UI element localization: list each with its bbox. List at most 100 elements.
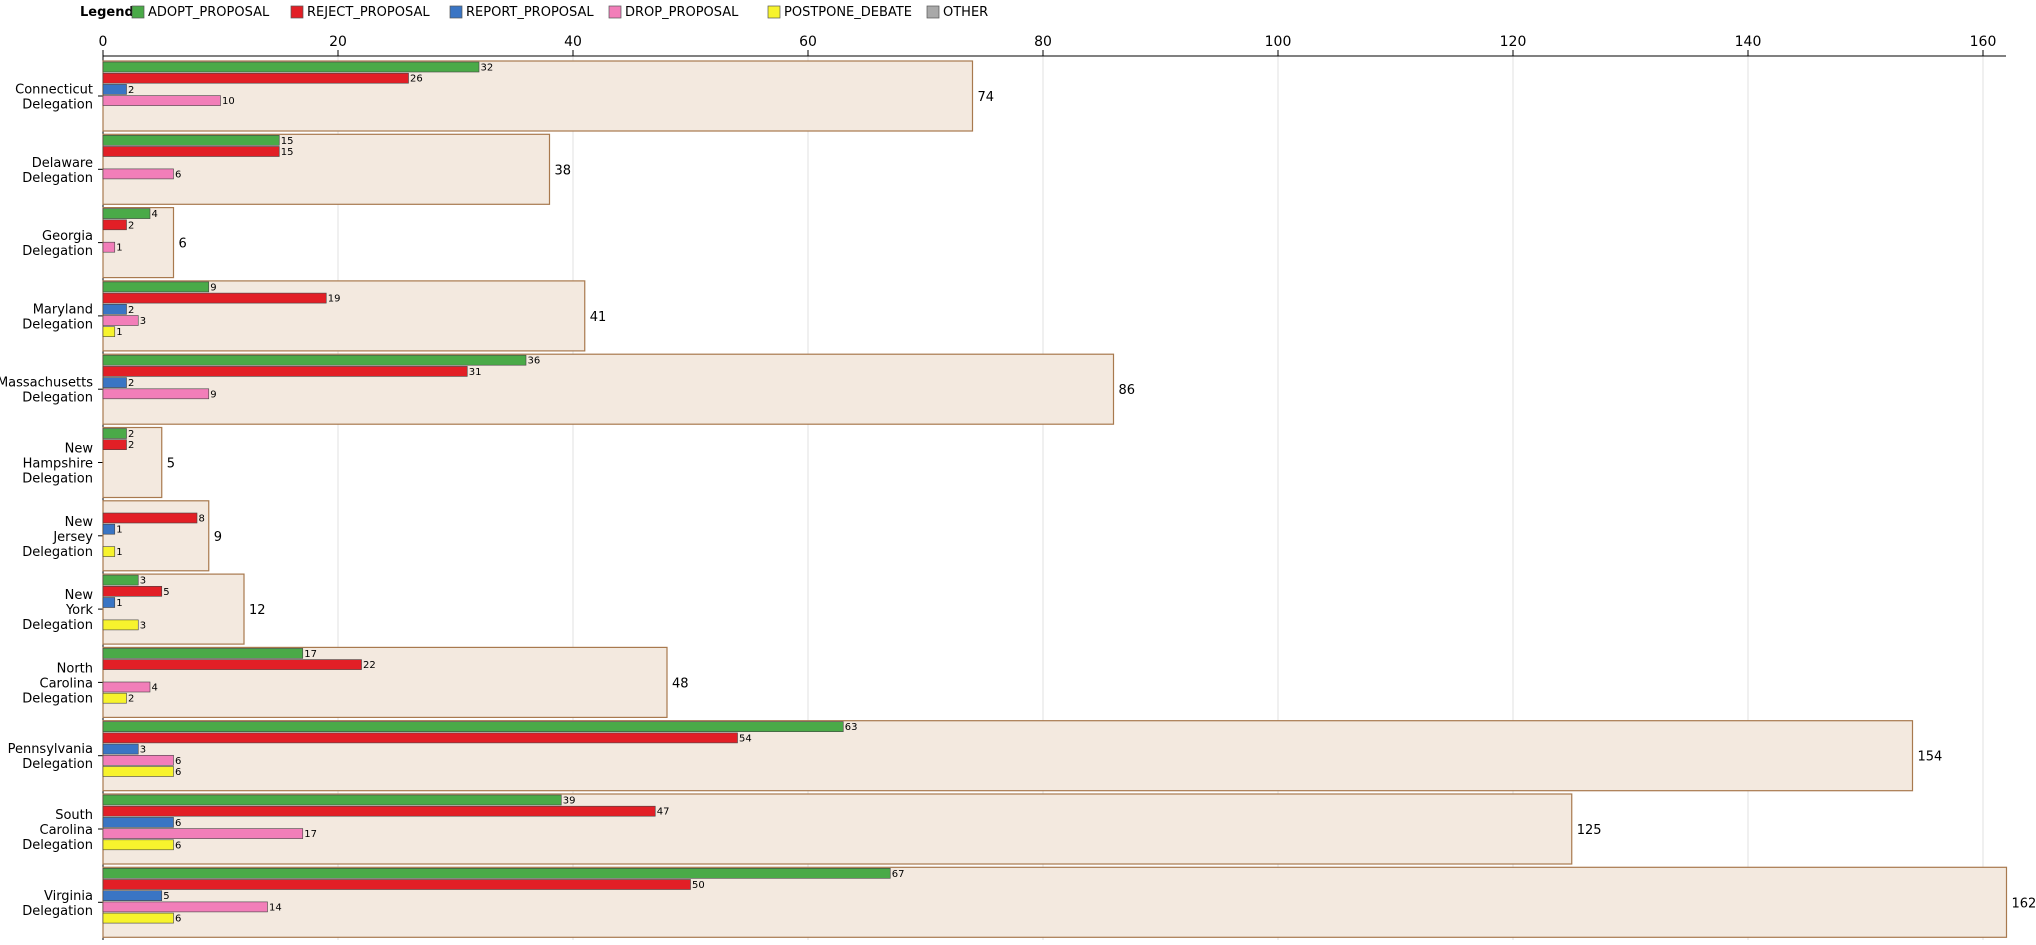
bar-connecticut-delegation-adopt-proposal xyxy=(102,61,480,73)
category-label-connecticut-delegation: Connecticut Delegation xyxy=(15,83,93,113)
category-label-line: Delegation xyxy=(22,244,93,259)
legend-swatch-drop-proposal xyxy=(608,5,622,19)
category-label-line: New xyxy=(65,442,94,457)
total-label-georgia-delegation: 6 xyxy=(179,237,187,252)
bar-pennsylvania-delegation-adopt-proposal xyxy=(102,721,844,733)
category-label-line: South xyxy=(55,808,93,823)
category-label-virginia-delegation: Virginia Delegation xyxy=(22,889,93,919)
category-label-line: Delegation xyxy=(22,545,93,560)
category-label-line: Delegation xyxy=(22,317,93,332)
total-label-maryland-delegation: 41 xyxy=(590,310,607,325)
bar-label-new-york-delegation-reject-proposal: 5 xyxy=(163,587,169,598)
bar-delaware-delegation-adopt-proposal xyxy=(102,135,280,146)
category-label-line: Delegation xyxy=(22,904,93,919)
category-label-line: Delegation xyxy=(22,691,93,706)
category-label-georgia-delegation: Georgia Delegation xyxy=(22,229,93,259)
bar-label-new-hampshire-delegation-adopt-proposal: 2 xyxy=(128,429,134,440)
grouped-bar-chart: Legend: ADOPT_PROPOSAL REJECT_PROPOSAL REPO… xyxy=(0,5,2036,940)
bar-label-virginia-delegation-report-proposal: 5 xyxy=(163,891,169,902)
bar-virginia-delegation-report-proposal xyxy=(102,890,163,902)
legend-swatch-reject-proposal xyxy=(290,5,304,19)
bar-new-hampshire-delegation-reject-proposal xyxy=(102,439,127,451)
category-label-pennsylvania-delegation: Pennsylvania Delegation xyxy=(8,742,93,772)
category-label-line: Delegation xyxy=(22,757,93,772)
bar-new-jersey-delegation-report-proposal xyxy=(102,523,116,535)
category-label-line: Delaware xyxy=(32,156,93,171)
total-label-delaware-delegation: 38 xyxy=(555,163,572,178)
bar-virginia-delegation-adopt-proposal xyxy=(102,867,891,879)
total-label-massachusetts-delegation: 86 xyxy=(1119,383,1136,398)
bar-label-north-carolina-delegation-adopt-proposal: 17 xyxy=(304,649,317,660)
bar-north-carolina-delegation-reject-proposal xyxy=(102,659,362,670)
total-label-new-hampshire-delegation: 5 xyxy=(167,457,175,472)
legend-label-report-proposal: REPORT_PROPOSAL xyxy=(466,5,594,20)
bar-label-maryland-delegation-adopt-proposal: 9 xyxy=(210,282,216,293)
bar-massachusetts-delegation-reject-proposal xyxy=(102,366,468,377)
total-bar-new-jersey-delegation xyxy=(102,500,210,572)
category-label-line: Delegation xyxy=(22,618,93,633)
bar-label-south-carolina-delegation-report-proposal: 6 xyxy=(175,818,181,829)
category-label-massachusetts-delegation: Massachusetts Delegation xyxy=(0,376,93,406)
chart-root: Legend: ADOPT_PROPOSAL REJECT_PROPOSAL REPO… xyxy=(0,0,2036,945)
legend-label-postpone-debate: POSTPONE_DEBATE xyxy=(784,5,912,20)
bar-new-jersey-delegation-reject-proposal xyxy=(102,512,198,524)
bar-georgia-delegation-drop-proposal xyxy=(102,241,116,253)
bar-label-connecticut-delegation-report-proposal: 2 xyxy=(128,85,134,96)
bar-label-connecticut-delegation-adopt-proposal: 32 xyxy=(481,63,494,74)
bar-connecticut-delegation-drop-proposal xyxy=(102,95,221,106)
category-label-line: North xyxy=(57,661,93,676)
category-label-line: Pennsylvania xyxy=(8,742,93,757)
bar-label-new-hampshire-delegation-reject-proposal: 2 xyxy=(128,440,134,451)
bar-virginia-delegation-reject-proposal xyxy=(102,879,691,890)
bar-maryland-delegation-report-proposal xyxy=(102,303,127,315)
total-label-connecticut-delegation: 74 xyxy=(978,90,995,105)
bar-label-georgia-delegation-drop-proposal: 1 xyxy=(116,243,122,254)
bar-label-new-york-delegation-adopt-proposal: 3 xyxy=(140,576,146,587)
bar-label-connecticut-delegation-reject-proposal: 26 xyxy=(410,74,423,85)
category-label-north-carolina-delegation: North Carolina Delegation xyxy=(22,661,93,706)
bar-label-delaware-delegation-reject-proposal: 15 xyxy=(281,147,294,158)
bar-label-new-jersey-delegation-report-proposal: 1 xyxy=(116,525,122,536)
category-label-delaware-delegation: Delaware Delegation xyxy=(22,156,93,186)
bar-label-georgia-delegation-adopt-proposal: 4 xyxy=(152,209,158,220)
bar-label-south-carolina-delegation-reject-proposal: 47 xyxy=(657,807,670,818)
category-label-line: Delegation xyxy=(22,472,93,487)
x-tick-label-0: 0 xyxy=(99,34,108,50)
bar-label-delaware-delegation-adopt-proposal: 15 xyxy=(281,136,294,147)
bar-connecticut-delegation-report-proposal xyxy=(102,84,127,95)
total-label-new-york-delegation: 12 xyxy=(249,603,266,618)
bar-label-maryland-delegation-postpone-debate: 1 xyxy=(116,327,122,338)
bar-label-pennsylvania-delegation-postpone-debate: 6 xyxy=(175,767,181,778)
bar-pennsylvania-delegation-report-proposal xyxy=(102,743,139,755)
category-label-line: Jersey xyxy=(52,530,93,545)
bar-maryland-delegation-adopt-proposal xyxy=(102,281,210,293)
bar-label-massachusetts-delegation-drop-proposal: 9 xyxy=(210,389,216,400)
total-label-pennsylvania-delegation: 154 xyxy=(1918,750,1943,765)
bar-label-massachusetts-delegation-reject-proposal: 31 xyxy=(469,367,482,378)
bar-maryland-delegation-postpone-debate xyxy=(102,326,116,338)
bar-label-connecticut-delegation-drop-proposal: 10 xyxy=(222,96,235,107)
bar-delaware-delegation-drop-proposal xyxy=(102,168,174,180)
bar-label-massachusetts-delegation-adopt-proposal: 36 xyxy=(528,356,541,367)
bar-connecticut-delegation-reject-proposal xyxy=(102,72,409,84)
x-tick-label-120: 120 xyxy=(1500,34,1527,50)
x-tick-label-100: 100 xyxy=(1265,34,1292,50)
legend-swatch-other xyxy=(926,5,940,19)
x-tick-label-60: 60 xyxy=(799,34,817,50)
bar-new-york-delegation-reject-proposal xyxy=(102,585,163,597)
x-tick-label-20: 20 xyxy=(329,34,347,50)
bar-label-north-carolina-delegation-drop-proposal: 4 xyxy=(152,683,158,694)
category-label-line: Virginia xyxy=(44,889,93,904)
bar-south-carolina-delegation-adopt-proposal xyxy=(102,794,562,806)
category-label-new-york-delegation: New York Delegation xyxy=(22,588,93,633)
bar-label-maryland-delegation-reject-proposal: 19 xyxy=(328,294,341,305)
bar-massachusetts-delegation-drop-proposal xyxy=(102,388,210,400)
bar-label-new-york-delegation-postpone-debate: 3 xyxy=(140,620,146,631)
bar-south-carolina-delegation-drop-proposal xyxy=(102,828,304,839)
x-tick-label-80: 80 xyxy=(1034,34,1052,50)
category-label-line: Delegation xyxy=(22,391,93,406)
x-tick-label-160: 160 xyxy=(1970,34,1997,50)
legend-title: Legend: xyxy=(80,5,139,20)
bar-label-georgia-delegation-reject-proposal: 2 xyxy=(128,220,134,231)
category-label-line: New xyxy=(65,515,94,530)
